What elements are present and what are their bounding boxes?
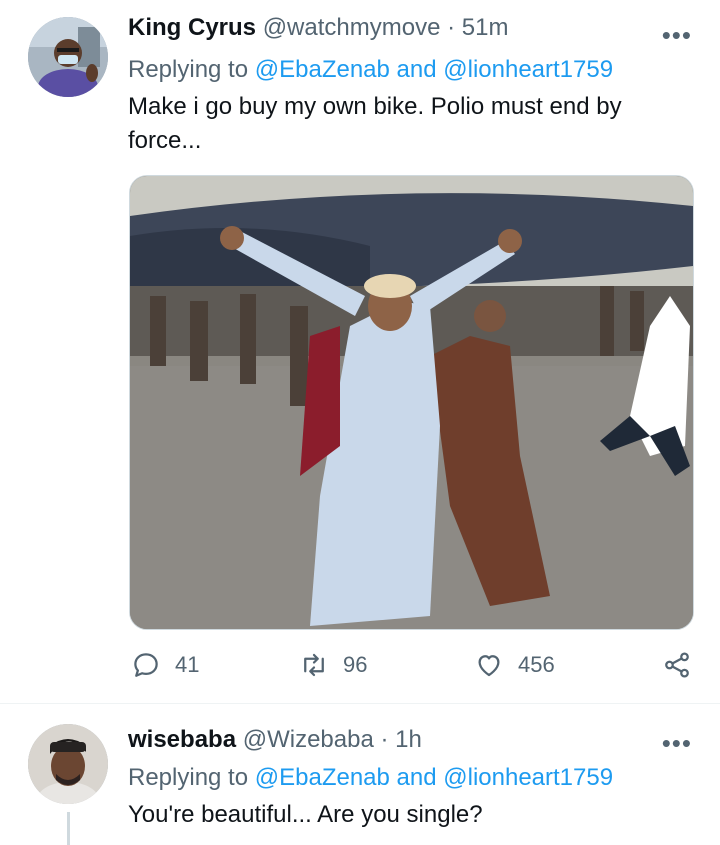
replying-to-label: Replying to [128, 764, 249, 791]
replying-to: Replying to @EbaZenab and @lionheart1759 [128, 56, 613, 84]
replying-to-mentions[interactable]: @EbaZenab and @lionheart1759 [255, 764, 613, 791]
avatar[interactable] [28, 724, 108, 804]
retweet-count: 96 [343, 652, 368, 677]
thread-line [67, 812, 70, 845]
separator: · [447, 14, 456, 41]
replying-to-label: Replying to [128, 56, 249, 83]
timestamp[interactable]: 51m [462, 14, 509, 41]
like-count: 456 [518, 652, 555, 677]
tweet-text-line: You're beautiful... Are you single? [128, 801, 483, 828]
tweet-header: wisebaba @Wizebaba · 1h [128, 726, 422, 754]
avatar[interactable] [28, 17, 108, 97]
tweet-text-line: force... [128, 127, 202, 154]
more-icon[interactable]: ••• [662, 20, 692, 51]
tweet-actions: 41 96 456 [0, 650, 720, 686]
more-icon[interactable]: ••• [662, 728, 692, 759]
tweet-text: Make i go buy my own bike. Polio must en… [128, 90, 688, 158]
reply-icon [134, 653, 158, 677]
reply-button[interactable]: 41 [131, 650, 199, 680]
share-icon [665, 652, 689, 678]
tweet-text-line: Make i go buy my own bike. Polio must en… [128, 93, 622, 120]
timestamp[interactable]: 1h [395, 726, 422, 753]
replying-to-mentions[interactable]: @EbaZenab and @lionheart1759 [255, 56, 613, 83]
like-button[interactable]: 456 [474, 650, 555, 680]
display-name[interactable]: King Cyrus [128, 14, 256, 41]
tweet-media[interactable] [129, 175, 694, 630]
handle[interactable]: @watchmymove [263, 14, 441, 41]
display-name[interactable]: wisebaba [128, 726, 236, 753]
separator: · [380, 726, 389, 753]
reply-count: 41 [175, 652, 200, 677]
tweet-header: King Cyrus @watchmymove · 51m [128, 14, 508, 42]
replying-to: Replying to @EbaZenab and @lionheart1759 [128, 764, 613, 792]
heart-icon [478, 655, 500, 677]
tweet-2[interactable]: wisebaba @Wizebaba · 1h ••• Replying to … [0, 704, 720, 845]
tweet-1[interactable]: King Cyrus @watchmymove · 51m ••• Replyi… [0, 0, 720, 703]
media-image [130, 176, 693, 629]
handle[interactable]: @Wizebaba [243, 726, 374, 753]
retweet-icon [304, 653, 324, 677]
retweet-button[interactable]: 96 [299, 650, 367, 680]
share-button[interactable] [662, 650, 706, 680]
tweet-text: You're beautiful... Are you single? [128, 798, 688, 832]
